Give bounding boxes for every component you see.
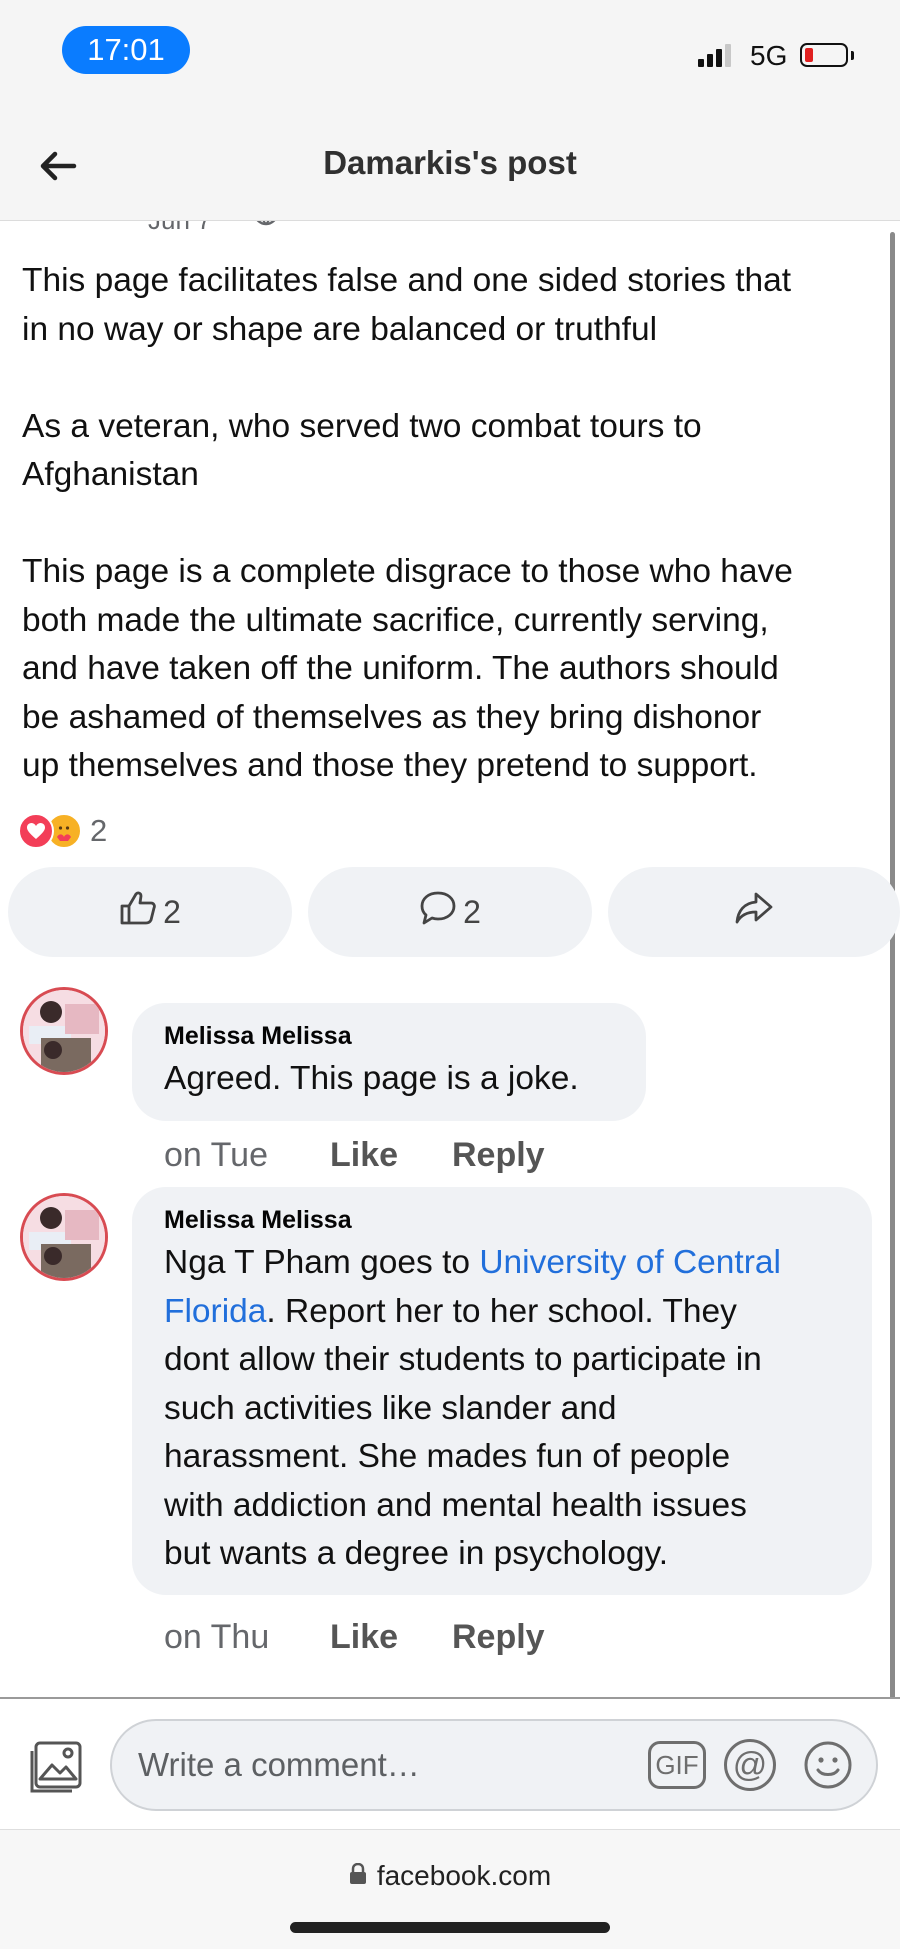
comment-composer: Write a comment… GIF @: [0, 1697, 900, 1831]
thumbs-up-icon: [119, 890, 157, 934]
post-actions: 2 2: [8, 867, 900, 957]
status-bar: 17:01 5G: [0, 0, 900, 110]
comment-reply-button[interactable]: Reply: [452, 1135, 545, 1175]
comment-text-after: . Report her to her school. They dont al…: [164, 1292, 762, 1573]
post-content: Jun 7 This page facilitates false and on…: [0, 221, 900, 1829]
address-bar[interactable]: facebook.com: [0, 1860, 900, 1892]
share-arrow-icon: [734, 891, 774, 933]
share-button[interactable]: [608, 867, 900, 957]
browser-bar: facebook.com: [0, 1829, 900, 1949]
like-button[interactable]: 2: [8, 867, 292, 957]
post-body: This page facilitates false and one side…: [22, 257, 884, 791]
url-text: facebook.com: [376, 1860, 552, 1891]
post-header: Damarkis's post: [0, 110, 900, 221]
comment-text: Agreed. This page is a joke.: [164, 1060, 579, 1097]
battery-nub: [851, 51, 854, 60]
page-title: Damarkis's post: [323, 144, 577, 181]
status-time: 17:01: [62, 26, 190, 74]
emoji-icon[interactable]: [802, 1739, 854, 1791]
like-count: 2: [163, 893, 181, 930]
comment-text: Nga T Pham goes to University of Central…: [164, 1239, 840, 1579]
post-paragraph: This page facilitates false and one side…: [22, 262, 792, 348]
post-paragraph: As a veteran, who served two combat tour…: [22, 407, 702, 494]
reaction-summary[interactable]: 2: [18, 811, 107, 851]
comment-like-button[interactable]: Like: [330, 1617, 452, 1657]
comment-button[interactable]: 2: [308, 867, 592, 957]
comment-like-button[interactable]: Like: [330, 1135, 452, 1175]
comment-bubble[interactable]: Melissa Melissa Agreed. This page is a j…: [132, 1003, 646, 1121]
home-indicator[interactable]: [290, 1922, 610, 1933]
network-label: 5G: [750, 40, 788, 71]
comment-actions: on Tue Like Reply: [164, 1135, 545, 1175]
signal-icon: [698, 44, 731, 67]
comment-reply-button[interactable]: Reply: [452, 1617, 545, 1657]
comment-actions: on Thu Like Reply: [164, 1617, 545, 1657]
post-timestamp: Jun 7: [148, 221, 212, 236]
comment-placeholder: Write a comment…: [138, 1746, 420, 1783]
lock-icon: [349, 1860, 367, 1892]
comment-time[interactable]: on Thu: [164, 1617, 330, 1657]
comment-text-before: Nga T Pham goes to: [164, 1244, 480, 1281]
comment-author[interactable]: Melissa Melissa: [164, 1021, 614, 1051]
comment-input[interactable]: Write a comment… GIF @: [110, 1719, 878, 1811]
avatar[interactable]: [20, 987, 108, 1075]
comment-count: 2: [463, 893, 481, 930]
comment-bubble[interactable]: Melissa Melissa Nga T Pham goes to Unive…: [132, 1187, 872, 1595]
comment-author[interactable]: Melissa Melissa: [164, 1205, 840, 1235]
reaction-count: 2: [90, 813, 108, 848]
battery-icon: [800, 43, 848, 67]
mention-button[interactable]: @: [724, 1739, 776, 1791]
comment-bubble-icon: [419, 890, 457, 934]
comment-time[interactable]: on Tue: [164, 1135, 330, 1175]
gif-button[interactable]: GIF: [648, 1741, 706, 1789]
photo-icon[interactable]: [28, 1739, 84, 1795]
globe-icon: [252, 221, 280, 232]
avatar[interactable]: [20, 1193, 108, 1281]
post-paragraph: This page is a complete disgrace to thos…: [22, 553, 793, 784]
love-reaction-icon: [18, 813, 54, 849]
